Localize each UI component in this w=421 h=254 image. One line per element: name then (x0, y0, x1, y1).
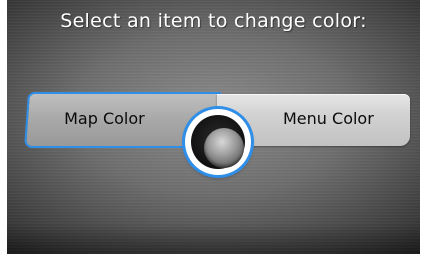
map-color-label: Map Color (64, 109, 145, 128)
menu-color-label: Menu Color (283, 109, 374, 128)
prompt-title: Select an item to change color: (60, 10, 367, 32)
knob-cap (204, 128, 244, 168)
knob-ring (191, 115, 245, 169)
color-settings-screen: Select an item to change color: Map Colo… (7, 0, 420, 254)
joystick-knob-icon (185, 109, 251, 175)
